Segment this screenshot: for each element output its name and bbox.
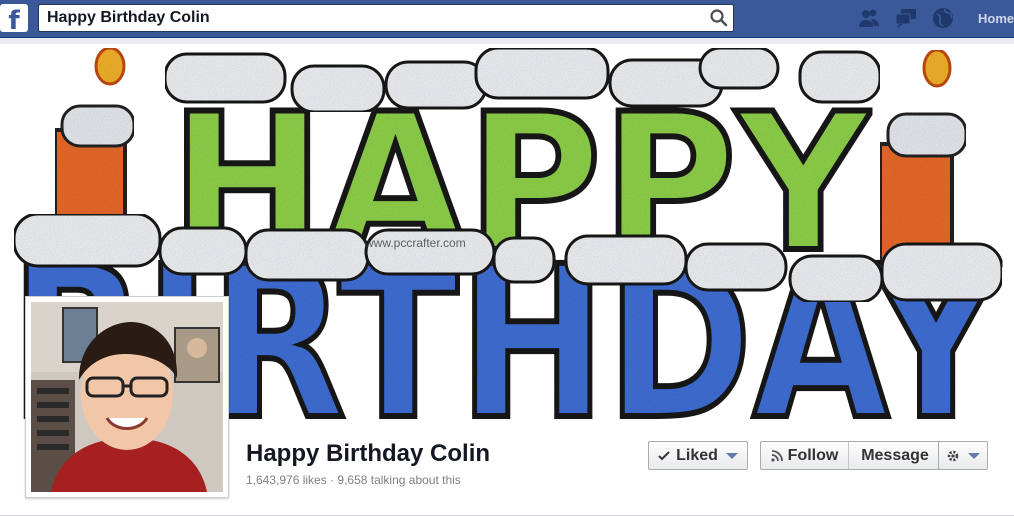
facebook-logo[interactable]: f (0, 4, 28, 32)
message-button[interactable]: Message (849, 442, 941, 469)
gear-icon (947, 450, 959, 461)
page-settings-button[interactable] (938, 441, 988, 470)
follow-message-group: Follow Message (760, 441, 942, 470)
search-box[interactable] (38, 4, 734, 32)
left-candle (53, 46, 136, 242)
page-title[interactable]: Happy Birthday Colin (246, 440, 490, 468)
profile-photo-boy (31, 302, 223, 492)
top-navigation-bar: f Home (0, 0, 1014, 38)
friend-requests-icon[interactable] (857, 6, 881, 30)
liked-button[interactable]: Liked (648, 441, 748, 470)
watermark-text: www.pccrafter.com (365, 236, 466, 250)
chevron-down-icon (968, 452, 980, 459)
page-stats: 1,643,976 likes · 9,658 talking about th… (246, 473, 461, 487)
liked-label: Liked (676, 446, 718, 464)
messages-icon[interactable] (894, 6, 918, 30)
follow-label: Follow (787, 446, 839, 464)
search-icon[interactable] (709, 8, 729, 28)
search-input[interactable] (39, 5, 699, 31)
follow-button[interactable]: Follow (761, 442, 849, 469)
profile-picture[interactable] (25, 296, 229, 498)
message-label: Message (861, 446, 929, 464)
checkmark-icon (658, 450, 670, 460)
notifications-globe-icon[interactable] (931, 6, 955, 30)
chevron-down-icon (725, 452, 738, 459)
rss-follow-icon (771, 449, 783, 462)
home-link[interactable]: Home (978, 11, 1014, 26)
